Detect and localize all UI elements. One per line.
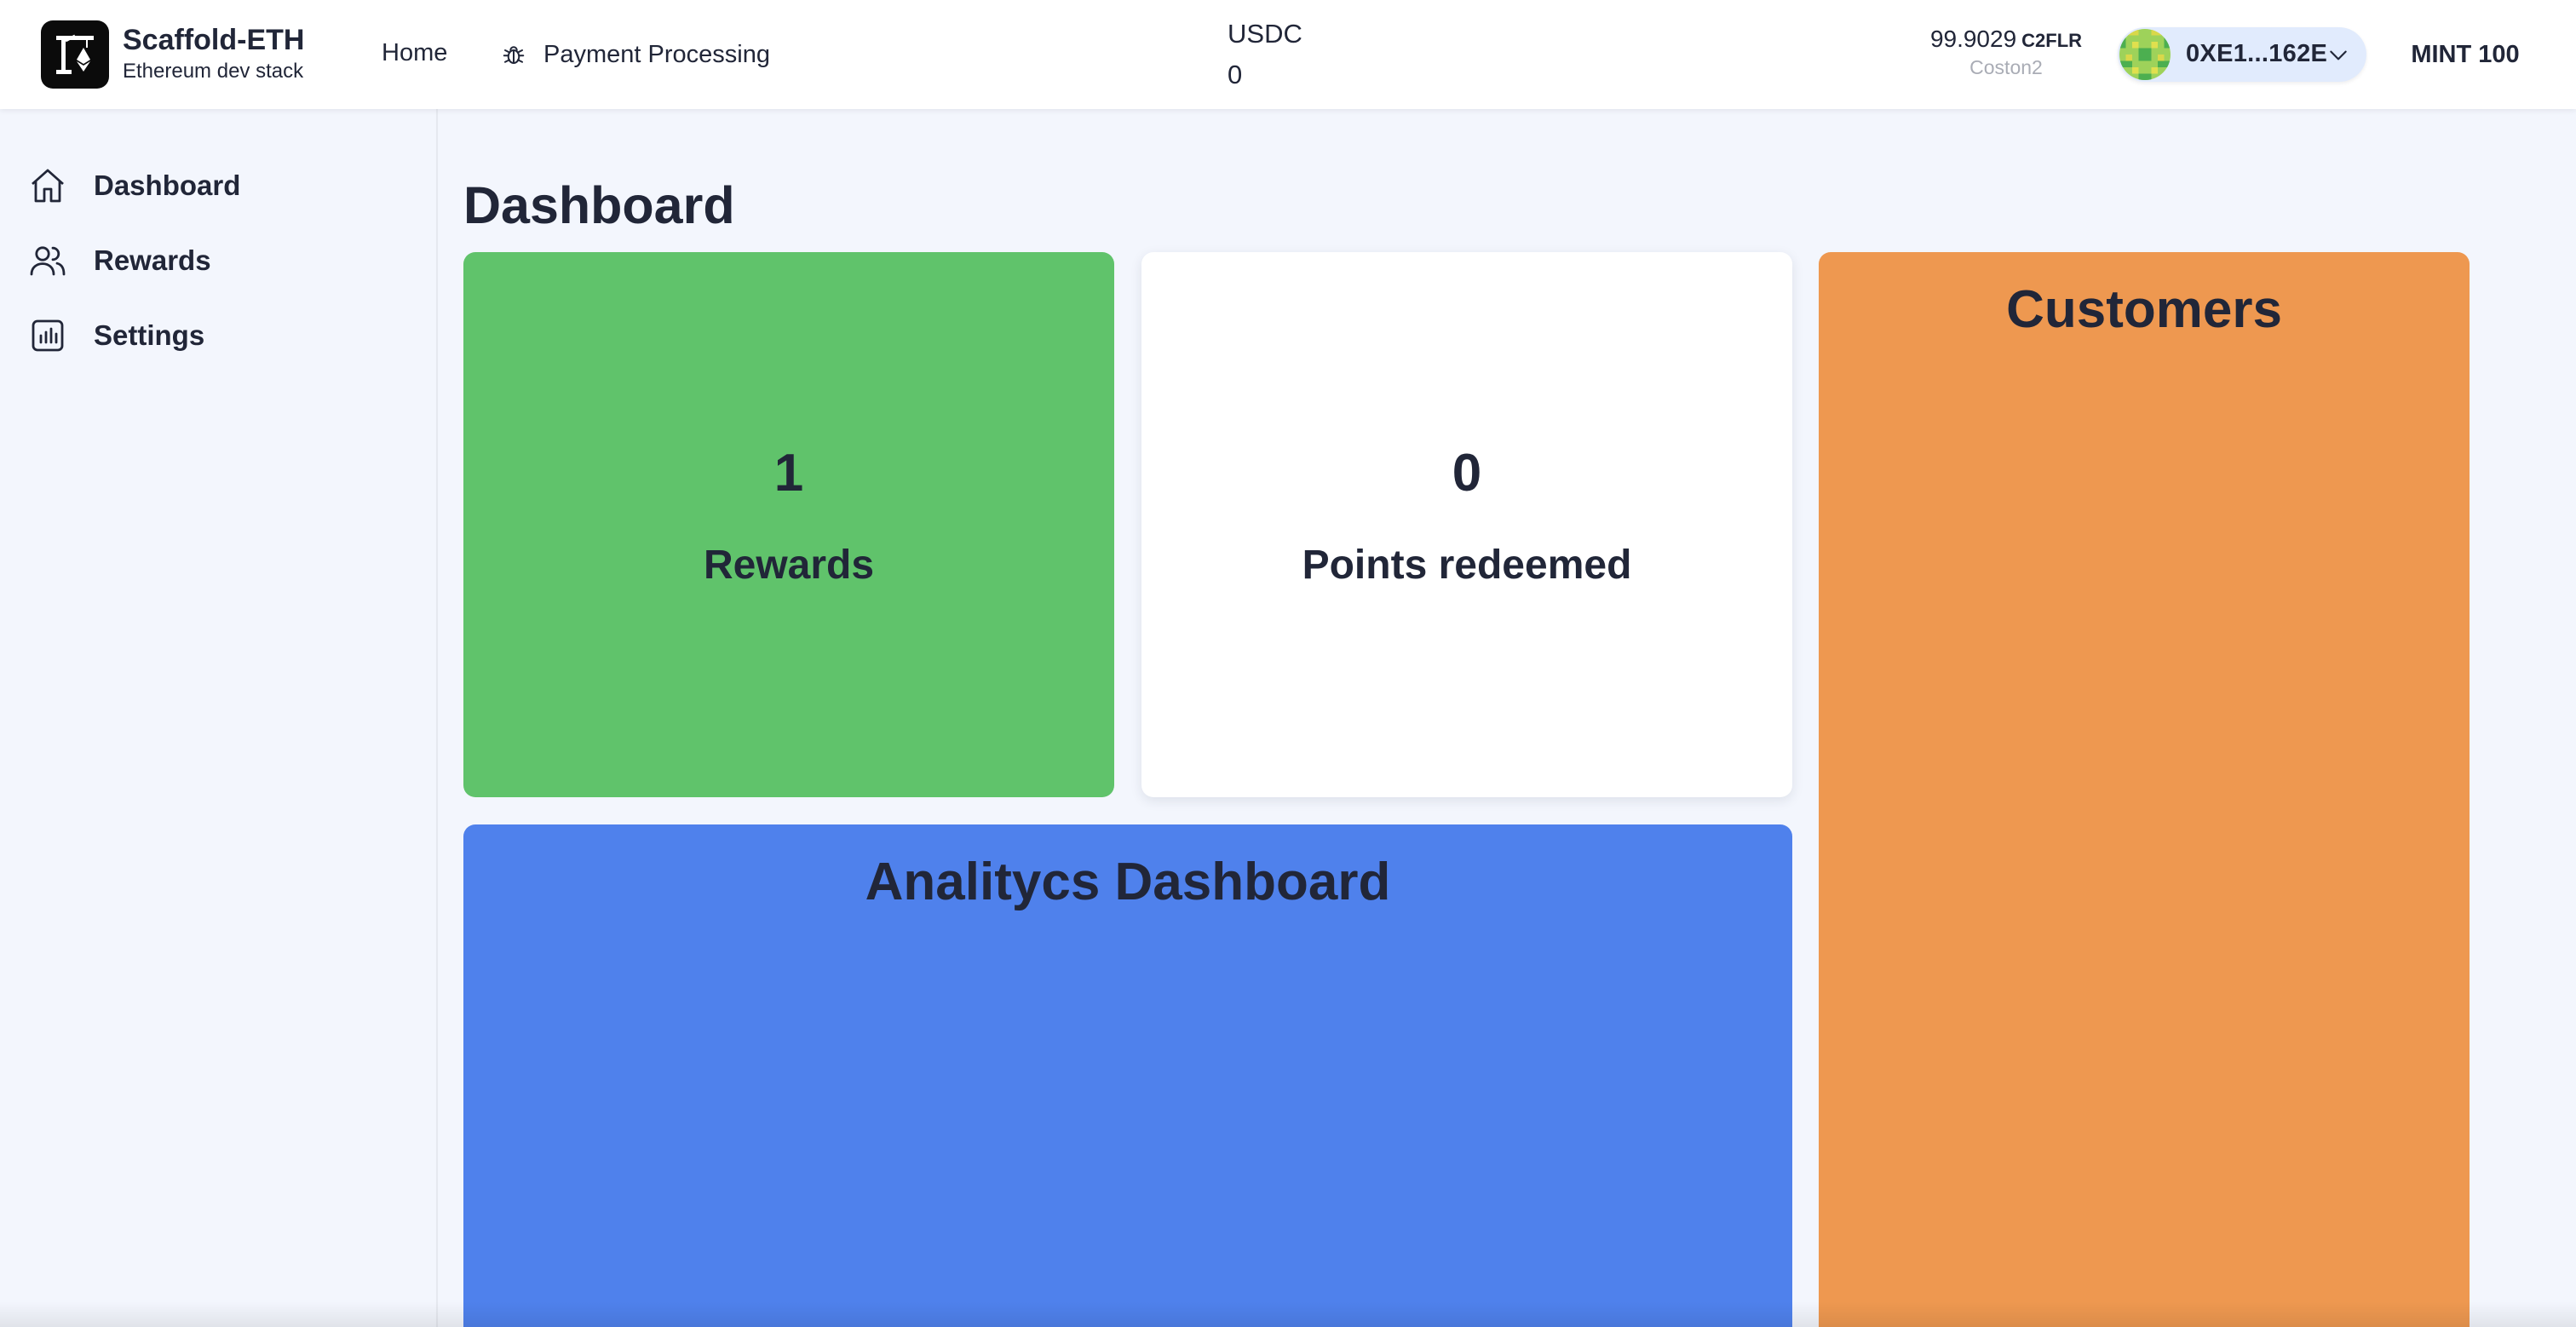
points-redeemed-count: 0 [1452, 444, 1482, 503]
rewards-card: 1 Rewards [463, 252, 1114, 797]
nav-link-label: Payment Processing [543, 40, 770, 68]
account-dropdown-button[interactable]: 0XE1...162E [2118, 27, 2366, 82]
sidebar-item-dashboard[interactable]: Dashboard [27, 160, 402, 211]
analytics-dashboard-card: Analitycs Dashboard [463, 824, 1792, 1327]
rewards-count: 1 [773, 444, 804, 503]
mint-button[interactable]: MINT 100 [2389, 26, 2542, 83]
sidebar-item-label: Settings [94, 319, 205, 351]
points-redeemed-card: 0 Points redeemed [1141, 252, 1792, 797]
token-symbol: USDC [1228, 19, 1302, 49]
wallet-balance: 99.9029 C2FLR [1891, 26, 2121, 53]
analytics-title: Analitycs Dashboard [865, 853, 1391, 911]
sidebar-item-label: Dashboard [94, 169, 241, 201]
customers-card: Customers [1819, 252, 2470, 1327]
points-redeemed-label: Points redeemed [1302, 543, 1632, 588]
sidebar-item-settings[interactable]: Settings [27, 310, 402, 361]
brand-subtitle: Ethereum dev stack [123, 60, 304, 83]
top-navbar: Scaffold-ETH Ethereum dev stack Home Pay… [0, 0, 2576, 109]
sidebar-item-label: Rewards [94, 244, 211, 276]
network-name: Coston2 [1969, 56, 2043, 78]
nav-link-home[interactable]: Home [382, 39, 447, 67]
wallet-balance-unit: C2FLR [2021, 30, 2083, 51]
scaffold-eth-logo[interactable] [41, 20, 109, 89]
users-icon [30, 246, 66, 276]
chart-bar-icon [32, 319, 64, 352]
crane-ethereum-icon [56, 34, 94, 74]
customers-title: Customers [2006, 280, 2282, 339]
sidebar-item-rewards[interactable]: Rewards [27, 235, 402, 286]
blockie-avatar-icon [2119, 29, 2171, 80]
wallet-address: 0XE1...162E [2186, 40, 2328, 67]
token-balance: 0 [1228, 60, 1243, 89]
chevron-down-icon [2330, 50, 2347, 60]
home-icon [32, 169, 64, 203]
page-title: Dashboard [463, 176, 735, 234]
bug-icon [503, 46, 525, 64]
wallet-balance-value: 99.9029 [1929, 26, 2017, 52]
sidebar: Dashboard Rewards Settings [0, 109, 438, 1327]
rewards-label: Rewards [703, 543, 875, 588]
avatar [2119, 29, 2171, 80]
nav-link-payment-processing[interactable]: Payment Processing [501, 37, 770, 72]
brand-name: Scaffold-ETH [123, 24, 305, 56]
